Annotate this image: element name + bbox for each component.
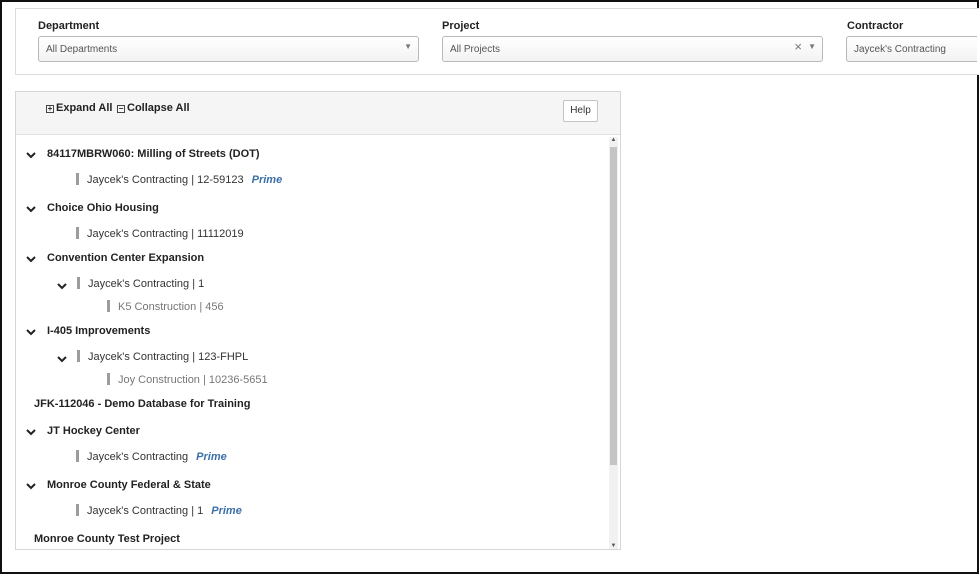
chevron-down-icon[interactable] (26, 204, 36, 214)
project-value: All Projects (450, 44, 501, 55)
indent-bar (107, 300, 110, 313)
clear-icon[interactable]: × (794, 39, 802, 54)
indent-bar (107, 373, 110, 386)
scroll-up-icon[interactable]: ▲ (609, 137, 618, 143)
tree-subcontractor[interactable]: K5 Construction | 456 (107, 300, 224, 313)
tree-contractor[interactable]: Jaycek's Contracting | 12-59123 Prime (76, 173, 283, 186)
collapse-all-button[interactable]: − Collapse All (117, 102, 190, 114)
help-button[interactable]: Help (563, 100, 598, 122)
tree-project[interactable]: JT Hockey Center (47, 425, 140, 437)
indent-bar (76, 504, 79, 517)
department-select[interactable]: All Departments ▼ (38, 36, 419, 62)
department-label: Department (38, 20, 100, 32)
subcontractor-text: Joy Construction | 10236-5651 (118, 374, 268, 386)
tree-contractor[interactable]: Jaycek's Contracting | 123-FHPL (77, 350, 249, 363)
contractor-text: Jaycek's Contracting | 123-FHPL (88, 351, 249, 363)
tree-project[interactable]: Monroe County Test Project (34, 533, 180, 545)
contractor-text: Jaycek's Contracting | 1 (88, 278, 205, 290)
project-label: Project (442, 20, 480, 32)
plus-box-icon: + (46, 104, 54, 113)
indent-bar (77, 350, 80, 363)
subcontractor-text: K5 Construction | 456 (118, 301, 224, 313)
chevron-down-icon[interactable] (26, 481, 36, 491)
scrollbar[interactable]: ▲ ▼ (609, 137, 618, 549)
prime-badge: Prime (211, 505, 242, 517)
tree-contractor[interactable]: Jaycek's Contracting Prime (76, 450, 227, 463)
tree-project[interactable]: JFK-112046 - Demo Database for Training (34, 398, 250, 410)
chevron-down-icon[interactable] (26, 427, 36, 437)
tree-toolbar: + Expand All − Collapse All Help (16, 92, 620, 135)
contractor-text: Jaycek's Contracting | 11112019 (87, 228, 244, 240)
scrollbar-thumb[interactable] (610, 147, 617, 465)
indent-bar (77, 277, 80, 290)
indent-bar (76, 227, 79, 240)
prime-badge: Prime (251, 174, 283, 186)
department-value: All Departments (46, 44, 118, 55)
tree-contractor[interactable]: Jaycek's Contracting | 1 (77, 277, 205, 290)
contractor-label: Contractor (847, 20, 904, 32)
tree-subcontractor[interactable]: Joy Construction | 10236-5651 (107, 373, 268, 386)
contractor-text: Jaycek's Contracting | 12-59123 (87, 174, 244, 186)
chevron-down-icon[interactable] (26, 327, 36, 337)
minus-box-icon: − (117, 104, 125, 113)
indent-bar (76, 173, 79, 186)
tree-contractor[interactable]: Jaycek's Contracting | 1 Prime (76, 504, 242, 517)
chevron-down-icon[interactable] (26, 150, 36, 160)
prime-badge: Prime (196, 451, 227, 463)
chevron-down-icon: ▼ (808, 42, 816, 51)
chevron-down-icon[interactable] (26, 254, 36, 264)
contractor-select[interactable]: Jaycek's Contracting (846, 36, 977, 62)
contractor-text: Jaycek's Contracting (87, 451, 189, 463)
tree-project[interactable]: Monroe County Federal & State (47, 479, 211, 491)
chevron-down-icon: ▼ (404, 42, 412, 51)
tree-contractor[interactable]: Jaycek's Contracting | 11112019 (76, 227, 244, 240)
project-select[interactable]: All Projects × ▼ (442, 36, 823, 62)
chevron-down-icon[interactable] (57, 354, 67, 364)
tree-project[interactable]: Choice Ohio Housing (47, 202, 159, 214)
tree-project[interactable]: Convention Center Expansion (47, 252, 204, 264)
collapse-all-label: Collapse All (127, 102, 190, 114)
tree-project[interactable]: I-405 Improvements (47, 325, 150, 337)
tree-project[interactable]: 84117MBRW060: Milling of Streets (DOT) (47, 148, 260, 160)
scroll-down-icon[interactable]: ▼ (609, 543, 618, 549)
indent-bar (76, 450, 79, 463)
contractor-value: Jaycek's Contracting (854, 44, 946, 55)
chevron-down-icon[interactable] (57, 281, 67, 291)
contractor-text: Jaycek's Contracting | 1 (87, 505, 204, 517)
expand-all-label: Expand All (56, 102, 113, 114)
expand-all-button[interactable]: + Expand All (46, 102, 112, 114)
